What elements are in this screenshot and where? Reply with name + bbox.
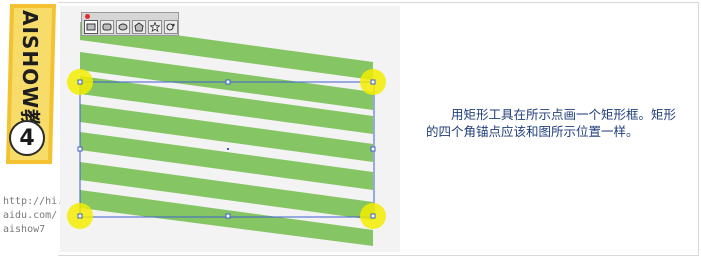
anchor-handle[interactable]: [370, 213, 376, 219]
source-url: http://hi.b aidu.com/ aishow7: [3, 196, 70, 235]
star-tool-icon[interactable]: [148, 20, 162, 34]
step-instructions: 用矩形工具在所示点画一个矩形框。矩形的四个角锚点应该和图所示位置一样。: [426, 107, 677, 139]
shape-tools-panel: [81, 12, 179, 36]
anchor-handle[interactable]: [225, 79, 231, 85]
center-point: [227, 148, 229, 150]
flare-tool-icon[interactable]: [164, 20, 178, 34]
rounded-rectangle-tool-icon[interactable]: [100, 20, 114, 34]
artboard-canvas[interactable]: [60, 6, 400, 252]
anchor-handle[interactable]: [370, 79, 376, 85]
rectangle-tool-icon[interactable]: [84, 20, 98, 34]
artwork: [67, 22, 386, 246]
anchor-handle[interactable]: [77, 79, 83, 85]
polygon-tool-icon[interactable]: [132, 20, 146, 34]
diagonal-stripes: [80, 22, 373, 246]
anchor-handle[interactable]: [77, 213, 83, 219]
close-panel-icon[interactable]: [85, 14, 90, 19]
step-number-badge: 4: [9, 120, 45, 156]
left-sidebar: AISHOW教程 4 http://hi.b aidu.com/ aishow7: [0, 0, 70, 258]
ellipse-tool-icon[interactable]: [116, 20, 130, 34]
anchor-handle[interactable]: [370, 146, 376, 152]
anchor-handle[interactable]: [77, 146, 83, 152]
anchor-handle[interactable]: [225, 213, 231, 219]
